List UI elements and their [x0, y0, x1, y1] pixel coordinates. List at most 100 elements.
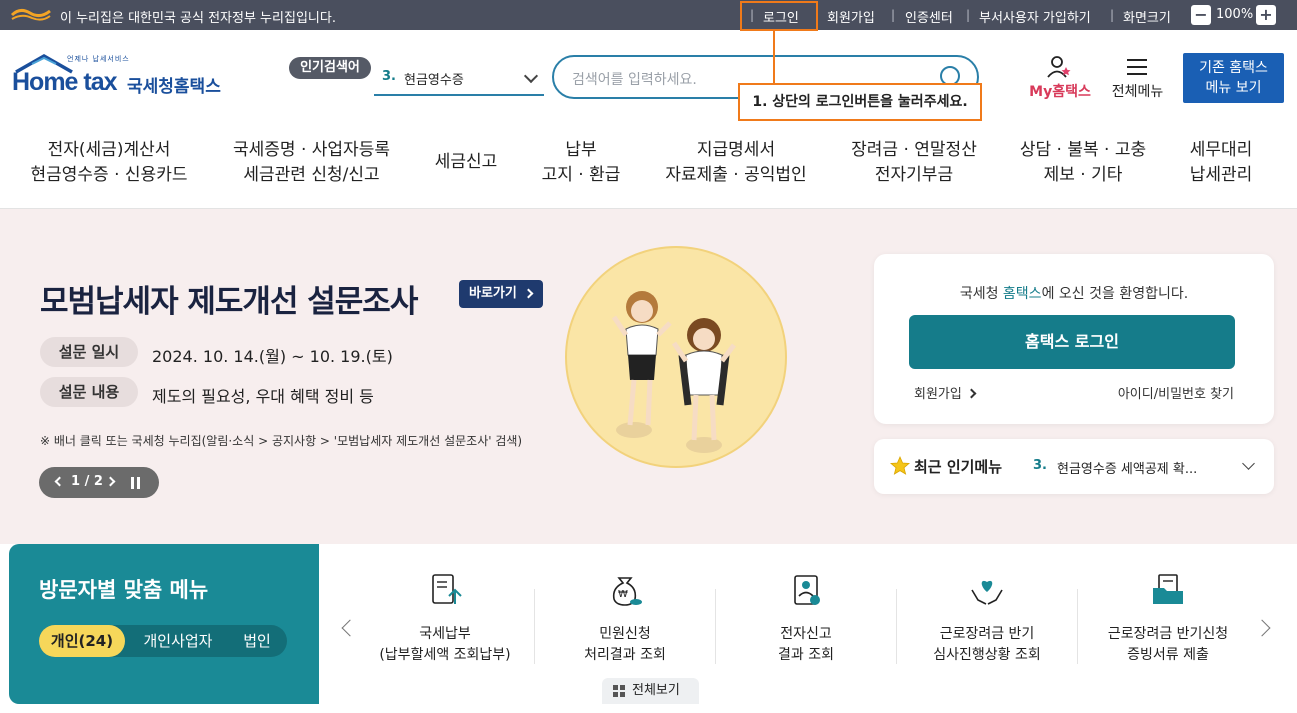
survey-illustration-icon	[565, 246, 787, 468]
visitor-menu-title: 방문자별 맞춤 메뉴	[39, 578, 209, 602]
welcome-pre: 국세청	[959, 286, 1003, 302]
tab-sole-proprietor[interactable]: 개인사업자	[133, 625, 223, 657]
util-divider: |	[891, 8, 896, 22]
service-line: (납부할세액 조회납부)	[379, 647, 511, 663]
recent-menu-label: 최근 인기메뉴	[914, 458, 1003, 476]
global-nav: 전자(세금)계산서 현금영수증 · 신용카드 국세증명 · 사업자등록 세금관련…	[0, 124, 1297, 209]
service-label: 전자신고 결과 조회	[716, 624, 896, 666]
recent-value: 현금영수증 세액공제 확...	[1057, 462, 1198, 477]
service-line: 국세납부	[419, 626, 471, 642]
zoom-in-button[interactable]: +	[1256, 5, 1276, 25]
service-line: 처리결과 조회	[584, 647, 666, 663]
popular-rank: 3.	[382, 69, 396, 84]
service-label: 국세납부 (납부할세액 조회납부)	[355, 624, 535, 666]
pager-count: 1 / 2	[71, 474, 103, 489]
gnb-item-einvoice[interactable]: 전자(세금)계산서 현금영수증 · 신용카드	[25, 138, 193, 188]
gnb-item-payment[interactable]: 납부 고지 · 환급	[525, 138, 637, 188]
next-arrow-icon[interactable]	[105, 476, 116, 487]
gnb-line: 세금신고	[434, 152, 498, 172]
welcome-post: 에 오신 것을 환영합니다.	[1041, 286, 1189, 302]
recent-popular-menu[interactable]: 최근 인기메뉴 3. 현금영수증 세액공제 확...	[874, 439, 1274, 494]
visitor-menu-panel: 방문자별 맞춤 메뉴 개인(24) 개인사업자 법인	[9, 544, 319, 704]
chevron-down-icon[interactable]	[1242, 457, 1255, 470]
gnb-line: 상담 · 불복 · 고충	[1019, 140, 1147, 160]
gnb-line: 세금관련 신청/신고	[243, 165, 380, 185]
gnb-line: 지급명세서	[696, 140, 776, 160]
join-link[interactable]: 회원가입	[914, 383, 977, 402]
old-hometax-menu-button[interactable]: 기존 홈택스 메뉴 보기	[1183, 53, 1284, 103]
gnb-line: 전자(세금)계산서	[47, 140, 171, 160]
banner-note: ※ 배너 클릭 또는 국세청 누리집(알림·소식 > 공지사항 > '모범납세자…	[40, 434, 523, 448]
search-placeholder: 검색어를 입력하세요.	[572, 72, 697, 88]
find-id-password-link[interactable]: 아이디/비밀번호 찾기	[1118, 383, 1234, 402]
survey-date-label: 설문 일시	[40, 337, 138, 367]
pause-icon[interactable]	[131, 477, 140, 489]
service-line: 근로장려금 반기신청	[1107, 626, 1229, 642]
banner-go-label: 바로가기	[469, 286, 517, 301]
dept-user-join-link[interactable]: 부서사용자 가입하기	[979, 7, 1091, 26]
gnb-item-tax-filing[interactable]: 세금신고	[420, 150, 512, 175]
welcome-brand: 홈택스	[1002, 286, 1042, 302]
all-menu-label: 전체메뉴	[1111, 84, 1164, 100]
popular-search-select[interactable]: 3. 현금영수증	[374, 64, 544, 96]
gnb-line: 전자기부금	[874, 165, 954, 185]
login-card: 국세청 홈택스에 오신 것을 환영합니다. 홈택스 로그인 회원가입 아이디/비…	[874, 254, 1274, 424]
gnb-item-tax-agent[interactable]: 세무대리 납세관리	[1178, 138, 1264, 188]
banner-go-button[interactable]: 바로가기	[459, 280, 543, 308]
my-hometax-label: My홈택스	[1029, 84, 1091, 100]
cert-center-link[interactable]: 인증센터	[905, 7, 953, 26]
folder-document-icon	[1153, 574, 1183, 604]
service-line: 근로장려금 반기	[939, 626, 1035, 642]
service-line: 증빙서류 제출	[1127, 647, 1209, 663]
my-hometax-button[interactable]: My홈택스	[1025, 55, 1095, 100]
hometax-login-button[interactable]: 홈택스 로그인	[909, 315, 1235, 369]
gnb-item-payment-statement[interactable]: 지급명세서 자료제출 · 공익법인	[653, 138, 819, 188]
service-line: 심사진행상황 조회	[933, 647, 1041, 663]
service-label: 근로장려금 반기신청 증빙서류 제출	[1078, 624, 1258, 666]
gnb-item-certificates[interactable]: 국세증명 · 사업자등록 세금관련 신청/신고	[219, 138, 404, 188]
banner-title: 모범납세자 제도개선 설문조사	[40, 284, 418, 320]
logo-nts-hometax[interactable]: 국세청홈택스	[127, 72, 221, 97]
gnb-line: 납부	[565, 140, 597, 160]
survey-content-label: 설문 내용	[40, 377, 138, 407]
star-icon	[890, 456, 910, 475]
survey-date-value: 2024. 10. 14.(월) ~ 10. 19.(토)	[152, 347, 393, 366]
gnb-line: 장려금 · 연말정산	[851, 140, 977, 160]
e-filing-icon	[794, 575, 820, 605]
service-line: 결과 조회	[778, 647, 834, 663]
view-all-button[interactable]: 전체보기	[602, 678, 699, 704]
view-all-label: 전체보기	[632, 683, 680, 698]
login-highlight-box	[740, 1, 818, 31]
tab-corporation[interactable]: 법인	[235, 625, 279, 657]
screen-size-label: 화면크기	[1123, 11, 1171, 26]
gov-notice-text: 이 누리집은 대한민국 공식 전자정부 누리집입니다.	[60, 11, 336, 26]
service-line: 전자신고	[780, 626, 832, 642]
service-label: 근로장려금 반기 심사진행상황 조회	[897, 624, 1077, 666]
join-link-top[interactable]: 회원가입	[827, 7, 875, 26]
grid-icon	[613, 685, 626, 698]
recent-rank: 3.	[1033, 458, 1047, 473]
logo-hometax[interactable]: Home tax	[12, 68, 118, 97]
tooltip-connector	[773, 31, 775, 84]
util-divider: |	[966, 8, 971, 22]
gnb-item-consult[interactable]: 상담 · 불복 · 고충 제보 · 기타	[1007, 138, 1159, 188]
zoom-level: 100%	[1216, 7, 1254, 22]
main-banner[interactable]: 모범납세자 제도개선 설문조사 바로가기 설문 일시 2024. 10. 14.…	[0, 209, 1297, 544]
all-menu-button[interactable]: 전체메뉴	[1105, 55, 1170, 100]
tab-individual[interactable]: 개인(24)	[39, 625, 125, 657]
service-line: 민원신청	[599, 626, 651, 642]
logo-tagline: 언제나 납세서비스	[67, 55, 130, 63]
money-bag-icon: ₩	[612, 577, 642, 606]
zoom-out-button[interactable]: −	[1191, 5, 1211, 25]
survey-content-value: 제도의 필요성, 우대 혜택 정비 등	[152, 387, 374, 406]
guide-tooltip: 1. 상단의 로그인버튼을 눌러주세요.	[738, 83, 982, 121]
chevron-down-icon	[523, 68, 539, 84]
visitor-services: 국세납부 (납부할세액 조회납부) ₩ 민원신청 처리결과 조회 전자신고 결과…	[319, 544, 1288, 704]
popular-search-badge: 인기검색어	[289, 57, 371, 79]
prev-arrow-icon[interactable]	[54, 476, 65, 487]
popular-keyword: 현금영수증	[404, 73, 464, 88]
banner-pager: 1 / 2	[39, 467, 159, 498]
gnb-item-incentives[interactable]: 장려금 · 연말정산 전자기부금	[838, 138, 990, 188]
gov-banner-bar: 이 누리집은 대한민국 공식 전자정부 누리집입니다. | 로그인 회원가입 |…	[0, 0, 1297, 30]
gnb-line: 납세관리	[1189, 165, 1253, 185]
